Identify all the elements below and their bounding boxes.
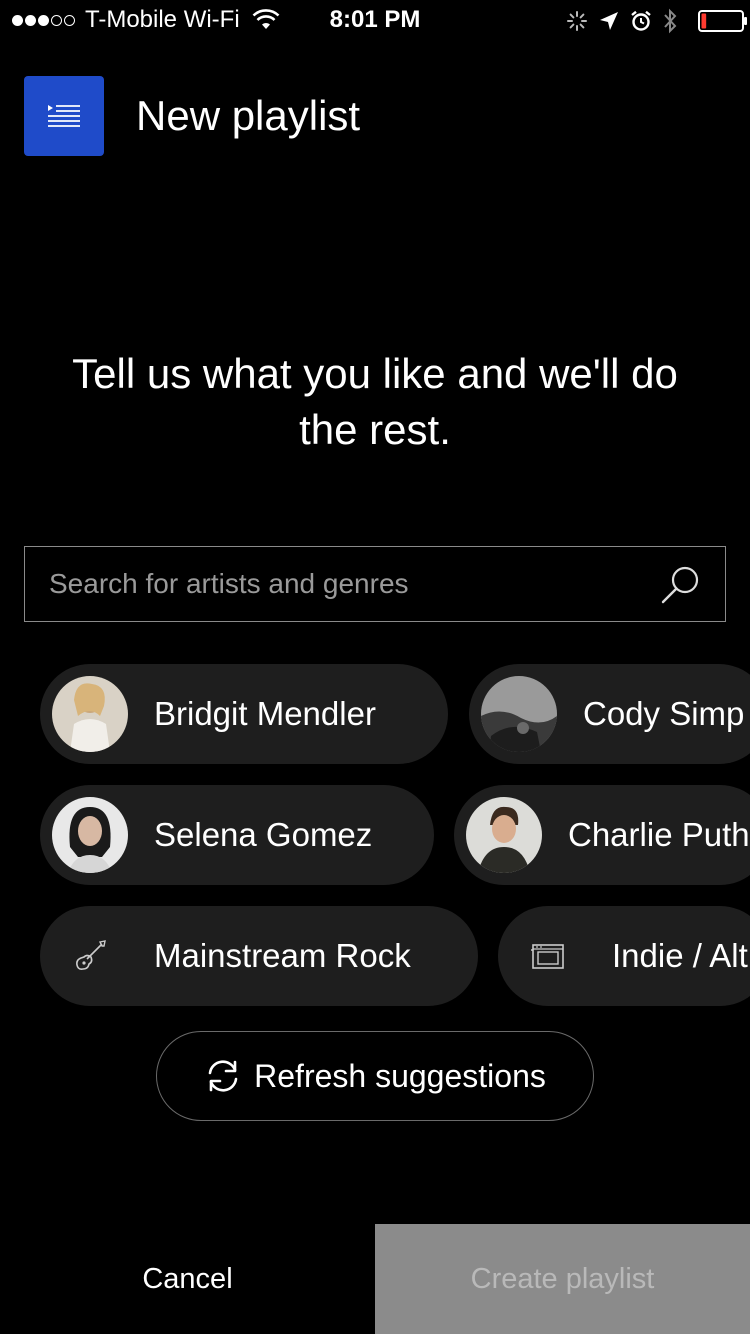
artist-avatar-bridgit-mendler	[52, 676, 128, 752]
alarm-icon	[631, 10, 651, 31]
location-arrow-icon	[600, 12, 618, 30]
suggestion-chip-bridgit-mendler[interactable]: Bridgit Mendler	[40, 664, 448, 764]
create-playlist-button[interactable]: Create playlist	[375, 1224, 750, 1334]
refresh-suggestions-button[interactable]: Refresh suggestions	[156, 1031, 594, 1121]
bluetooth-icon	[664, 8, 677, 34]
status-bar: T-Mobile Wi-Fi 8:01 PM	[0, 0, 750, 40]
artist-avatar-charlie-puth	[466, 797, 542, 873]
playlist-lines-icon	[48, 105, 80, 127]
page-title: New playlist	[136, 92, 361, 139]
tagline: Tell us what you like and we'll do the r…	[72, 350, 678, 453]
guitar-icon	[52, 918, 128, 994]
suggestion-chip-charlie-puth[interactable]: Charlie Puth	[454, 785, 750, 885]
refresh-icon	[208, 1060, 238, 1092]
playlist-icon	[24, 76, 104, 156]
chip-label: Charlie Puth	[568, 816, 750, 853]
chip-label: Cody Simp	[583, 695, 745, 732]
suggestion-chip-selena-gomez[interactable]: Selena Gomez	[40, 785, 434, 885]
status-bar-right	[556, 8, 747, 34]
chip-label: Bridgit Mendler	[154, 695, 376, 732]
refresh-label: Refresh suggestions	[254, 1057, 546, 1094]
activity-spinner-icon	[567, 11, 587, 31]
artist-avatar-cody-simpson	[481, 676, 557, 752]
chip-label: Mainstream Rock	[154, 937, 411, 974]
chip-label: Selena Gomez	[154, 816, 373, 853]
suggestion-chip-indie-alt[interactable]: Indie / Alt	[498, 906, 750, 1006]
search-icon[interactable]	[659, 563, 703, 607]
suggestion-chip-mainstream-rock[interactable]: Mainstream Rock	[40, 906, 478, 1006]
search-input[interactable]	[47, 547, 651, 621]
search-box[interactable]	[24, 546, 726, 622]
battery-icon	[688, 10, 747, 32]
cancel-button[interactable]: Cancel	[0, 1224, 375, 1334]
chip-label: Indie / Alt	[612, 937, 748, 974]
suggestion-chip-cody-simpson[interactable]: Cody Simp	[469, 664, 750, 764]
amplifier-icon	[510, 918, 586, 994]
artist-avatar-selena-gomez	[52, 797, 128, 873]
